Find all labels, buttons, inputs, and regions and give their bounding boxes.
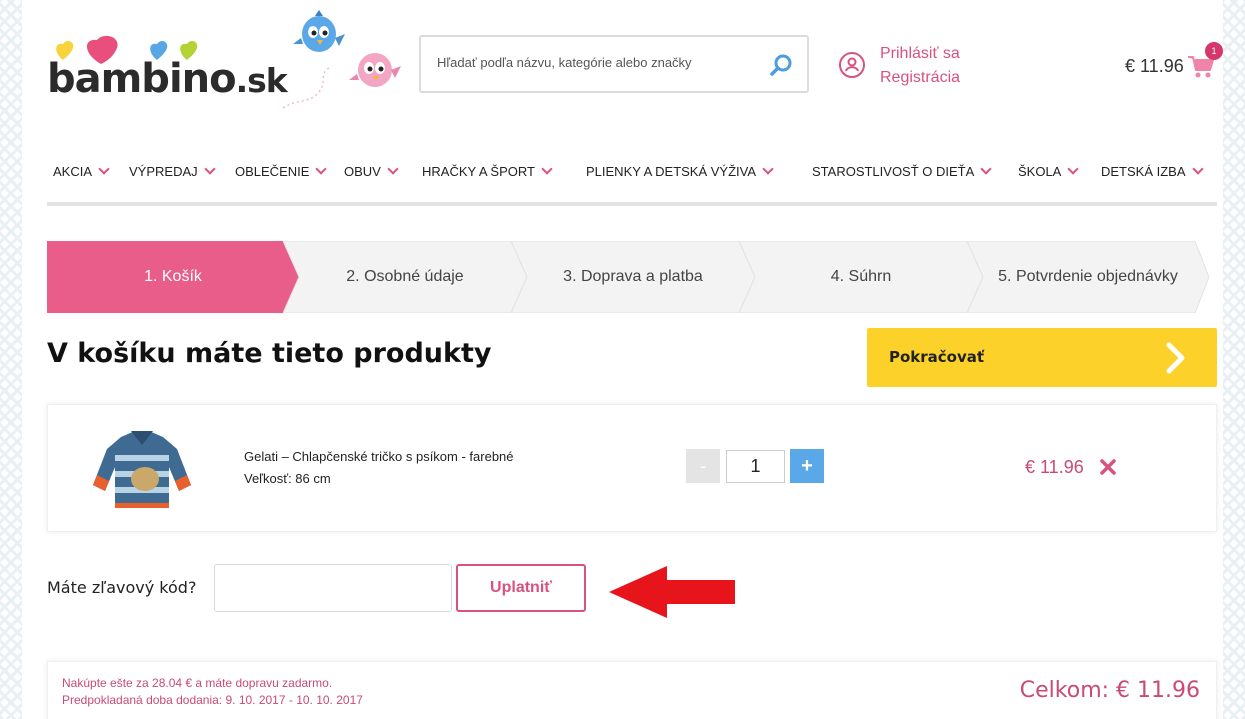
chevron-down-icon <box>387 163 399 175</box>
product-name[interactable]: Gelati – Chlapčenské tričko s psíkom - f… <box>244 449 514 464</box>
product-size: Veľkosť: 86 cm <box>244 471 331 486</box>
nav-item-label: AKCIA <box>53 164 93 179</box>
chevron-right-icon <box>1166 342 1185 374</box>
product-image[interactable] <box>91 427 193 513</box>
header: bambino.sk Hľadať podľa názvu, kategórie… <box>47 0 1223 130</box>
remove-icon[interactable] <box>1100 459 1116 475</box>
quantity-increase-button[interactable]: + <box>790 449 824 483</box>
chevron-down-icon <box>1067 163 1080 175</box>
logo-name: bambino <box>47 56 237 102</box>
search-icon[interactable] <box>769 53 793 77</box>
free-shipping-note: Nakúpte ešte za 28.04 € a máte dopravu z… <box>62 676 333 690</box>
step-label: 3. Doprava a platba <box>563 268 703 285</box>
nav-item-label: PLIENKY A DETSKÁ VÝŽIVA <box>586 164 757 179</box>
step-confirmation[interactable]: 5. Potvrdenie objednávky <box>967 241 1209 313</box>
nav-item-obuv[interactable]: OBUV <box>344 163 399 179</box>
step-shipping-payment[interactable]: 3. Doprava a platba <box>511 241 755 313</box>
user-icon[interactable] <box>839 52 865 78</box>
discount-code-input[interactable] <box>214 564 452 612</box>
nav-item-akcia[interactable]: AKCIA <box>53 163 110 179</box>
decorative-border-left <box>0 0 22 719</box>
nav-item-plienky[interactable]: PLIENKY A DETSKÁ VÝŽIVA <box>586 163 774 179</box>
annotation-arrow-icon <box>609 566 735 618</box>
product-price: € 11.96 <box>1025 457 1084 477</box>
step-personal-info[interactable]: 2. Osobné údaje <box>283 241 527 313</box>
checkout-steps: 1. Košík 2. Osobné údaje 3. Doprava a pl… <box>47 241 1209 313</box>
apply-discount-button[interactable]: Uplatniť <box>456 564 586 612</box>
order-total: Celkom: € 11.96 <box>1019 678 1200 703</box>
chevron-down-icon <box>980 163 992 175</box>
nav-item-oblecenie[interactable]: OBLEČENIE <box>235 163 328 179</box>
page-title: V košíku máte tieto produkty <box>47 338 492 369</box>
login-link[interactable]: Prihlásiť sa <box>880 42 960 66</box>
nav-item-label: OBUV <box>344 164 381 179</box>
birds-illustration-icon <box>282 10 401 109</box>
continue-button[interactable]: Pokračovať <box>867 328 1217 387</box>
nav-item-label: HRAČKY A ŠPORT <box>422 164 535 179</box>
order-summary: Nakúpte ešte za 28.04 € a máte dopravu z… <box>47 661 1217 719</box>
quantity-decrease-button[interactable]: - <box>686 449 720 483</box>
step-label: 5. Potvrdenie objednávky <box>998 268 1178 285</box>
step-label: 1. Košík <box>144 268 202 285</box>
account-links: Prihlásiť sa Registrácia <box>880 42 960 90</box>
chevron-down-icon <box>315 163 328 175</box>
chevron-down-icon <box>98 163 110 175</box>
chevron-down-icon <box>762 163 774 175</box>
cart-total[interactable]: € 11.96 <box>1125 56 1184 77</box>
cart-count-badge: 1 <box>1205 42 1223 60</box>
nav-item-label: DETSKÁ IZBA <box>1101 164 1186 179</box>
search-box <box>419 35 809 93</box>
nav-item-label: VÝPREDAJ <box>129 164 198 179</box>
nav-item-label: ŠKOLA <box>1018 164 1062 179</box>
nav-item-label: OBLEČENIE <box>235 164 310 179</box>
decorative-border-right <box>1223 0 1245 719</box>
nav-item-hracky-a-sport[interactable]: HRAČKY A ŠPORT <box>422 163 553 179</box>
nav-item-detska-izba[interactable]: DETSKÁ IZBA <box>1101 163 1204 179</box>
step-summary[interactable]: 4. Súhrn <box>739 241 983 313</box>
chevron-down-icon <box>541 163 553 175</box>
nav-item-vypredaj[interactable]: VÝPREDAJ <box>129 163 216 179</box>
logo-text: bambino.sk <box>47 56 288 102</box>
delivery-estimate: Predpokladaná doba dodania: 9. 10. 2017 … <box>62 693 363 707</box>
nav-item-starostlivost[interactable]: STAROSTLIVOSŤ O DIEŤA <box>812 163 992 179</box>
discount-label: Máte zľavový kód? <box>47 578 197 597</box>
chevron-down-icon <box>203 163 216 175</box>
chevron-down-icon <box>1191 163 1204 175</box>
register-link[interactable]: Registrácia <box>880 66 960 90</box>
step-label: 4. Súhrn <box>830 268 892 285</box>
nav-item-label: STAROSTLIVOSŤ O DIEŤA <box>812 164 975 179</box>
continue-label: Pokračovať <box>889 348 985 366</box>
search-input[interactable] <box>437 55 757 70</box>
main-navigation: AKCIA VÝPREDAJ OBLEČENIE OBUV HRAČKY A Š… <box>47 150 1217 206</box>
step-cart[interactable]: 1. Košík <box>47 241 299 313</box>
step-label: 2. Osobné údaje <box>346 268 464 285</box>
quantity-input[interactable] <box>726 450 785 483</box>
bambino-logo[interactable]: bambino.sk <box>47 34 288 102</box>
cart-item: Gelati – Chlapčenské tričko s psíkom - f… <box>47 404 1217 532</box>
nav-item-skola[interactable]: ŠKOLA <box>1018 163 1080 179</box>
